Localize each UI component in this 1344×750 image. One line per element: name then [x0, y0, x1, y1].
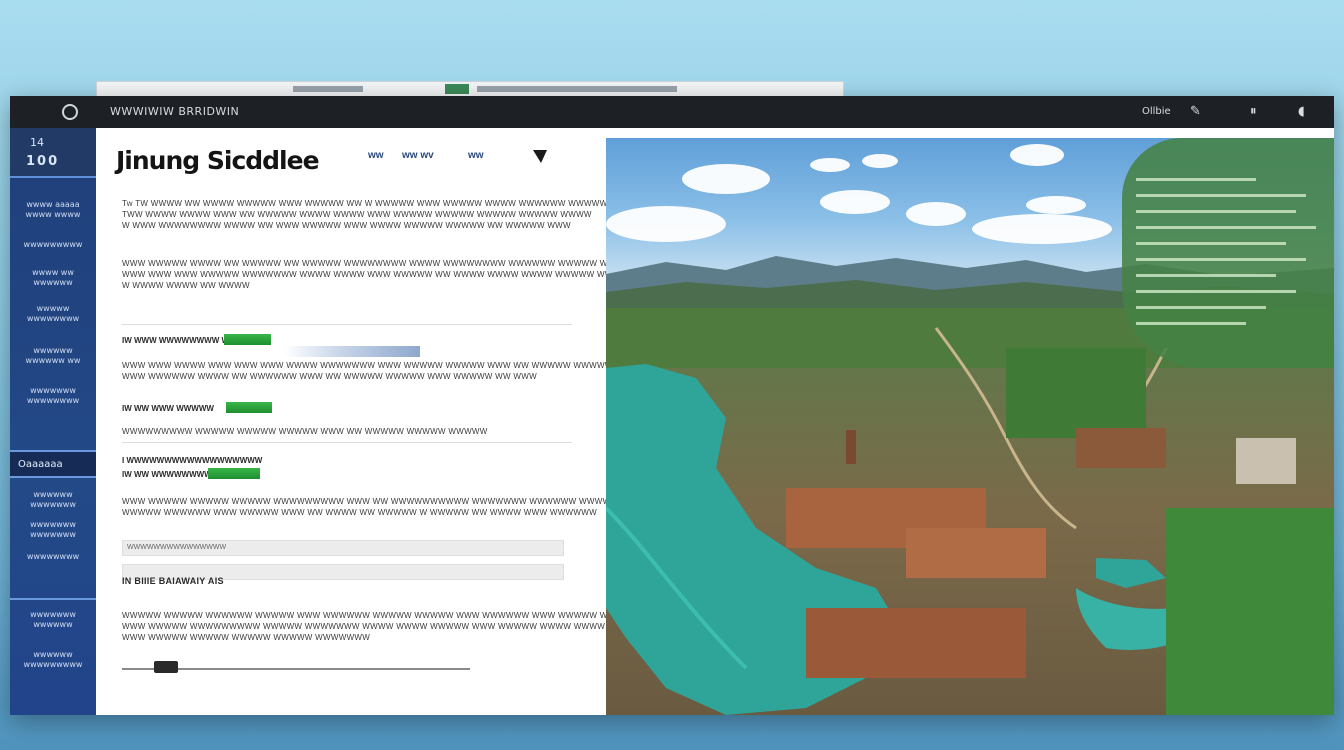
map-view[interactable]: [606, 138, 1334, 715]
sound-icon[interactable]: ◖: [1298, 104, 1305, 119]
sidebar-item[interactable]: wwwwww wwwwww ww: [10, 346, 96, 366]
metric-progress-fill: [224, 334, 272, 345]
document-panel: Jinung Sicddlee ww ww wv ww Tw TW WWWW W…: [96, 128, 647, 715]
metric-progress: [208, 468, 280, 479]
sidebar-item[interactable]: wwwwww wwwwwww: [10, 490, 96, 510]
app-logo-icon[interactable]: [62, 104, 78, 120]
sidebar-item[interactable]: wwww ww wwwwww: [10, 268, 96, 288]
sidebar-item[interactable]: wwww aaaaa wwww wwww: [10, 200, 96, 220]
cloud: [972, 214, 1112, 244]
title-bar: WWWIWIW BRRIDWIN Ollbie ✎ ⏸ ◖: [10, 96, 1334, 128]
cloud: [606, 206, 726, 242]
cloud: [820, 190, 890, 214]
window-title: WWWIWIW BRRIDWIN: [110, 105, 240, 118]
overlay-text-line: [1136, 210, 1296, 213]
overlay-text-line: [1136, 242, 1286, 245]
toolbar-item[interactable]: ww: [368, 150, 384, 161]
overlay-text-line: [1136, 258, 1306, 261]
cloud: [810, 158, 850, 172]
sidebar-item[interactable]: wwwwwwww: [10, 552, 96, 562]
toolbar-item[interactable]: ww: [468, 150, 484, 161]
divider: [122, 324, 572, 325]
overlay-text-line: [1136, 322, 1246, 325]
overlay-text-line: [1136, 178, 1256, 181]
overlay-text-line: [1136, 306, 1266, 309]
metric-text: WWW WWW WWWW WWW WWW WWW WWWW WWWWWWW WW…: [122, 361, 613, 381]
sidebar-divider: [10, 598, 96, 600]
background-window-tick: [477, 86, 677, 92]
description-paragraph: WWW WWWWW WWWW WW WWWWW WW WWWWW WWWWWWW…: [122, 259, 631, 290]
text-field-placeholder: WWWWWWWWWWWWWWW: [127, 544, 227, 551]
cloud: [682, 164, 770, 194]
metric-label: IW WW WWW WWWWW: [122, 404, 214, 413]
sidebar-mark: 14: [30, 136, 44, 149]
metric-progress: [226, 402, 310, 413]
sidebar-item[interactable]: wwwwwwwww: [10, 240, 96, 250]
overlay-text-line: [1136, 274, 1276, 277]
overlay-text-line: [1136, 194, 1306, 197]
text-field[interactable]: WWWWWWWWWWWWWWW: [122, 540, 564, 556]
cloud: [1026, 196, 1086, 214]
document-heading: Jinung Sicddlee: [116, 146, 320, 175]
pen-icon[interactable]: ✎: [1190, 104, 1201, 119]
metric-progress: [224, 334, 300, 345]
highlight-bar: [284, 346, 420, 357]
sidebar: 14 100 wwww aaaaa wwww wwww wwwwwwwww ww…: [10, 128, 96, 715]
overlay-text-line: [1136, 290, 1296, 293]
sidebar-item[interactable]: wwwwwww wwwwww: [10, 610, 96, 630]
sidebar-count: 100: [26, 154, 60, 169]
metric-text: WWWWWWWWW WWWWW WWWWW WWWWW WWW WW WWWWW…: [122, 427, 488, 436]
divider: [122, 442, 572, 443]
app-window: WWWIWIW BRRIDWIN Ollbie ✎ ⏸ ◖ 14 100 www…: [10, 96, 1334, 715]
metric-label: I WWWWWWWWWWWWWWWWWW: [122, 456, 263, 465]
sidebar-item-active[interactable]: Oaaaaaa: [10, 450, 96, 478]
pause-icon[interactable]: ⏸: [1250, 104, 1257, 119]
sidebar-header: 14 100: [10, 128, 96, 178]
toolbar-item[interactable]: ww wv: [402, 150, 434, 161]
sidebar-item[interactable]: wwwww wwwwwwww: [10, 304, 96, 324]
background-window-tick: [293, 86, 363, 92]
user-label[interactable]: Ollbie: [1142, 106, 1171, 117]
sidebar-item[interactable]: wwwwwww wwwwwwww: [10, 386, 96, 406]
cloud: [1010, 144, 1064, 166]
metric-progress-fill: [226, 402, 273, 413]
metric-text: WWW WWWWW WWWWW WWWWW WWWWWWWWW WWW WW W…: [122, 497, 619, 517]
overlay-text-line: [1136, 226, 1316, 229]
intro-paragraph: Tw TW WWWW WW WWWW WWWWW WWW WWWWW WW W …: [122, 199, 608, 230]
info-overlay-panel[interactable]: [1122, 138, 1334, 368]
cloud: [906, 202, 966, 226]
slider-thumb[interactable]: [154, 661, 179, 673]
sidebar-item[interactable]: wwwwww wwwwwwwww: [10, 650, 96, 670]
background-window-strip: [96, 81, 844, 97]
section-paragraph: WWWWW WWWWW WWWWWW WWWWW WWW WWWWWW WWWW…: [122, 611, 647, 642]
sidebar-item[interactable]: wwwwwww wwwwwww: [10, 520, 96, 540]
metric-progress-fill: [208, 468, 260, 479]
background-window-tab[interactable]: [445, 84, 469, 94]
section-title: IN BIIIE BAIAWAIY AIS: [122, 576, 224, 586]
map-terrain: [606, 308, 1334, 715]
cloud: [862, 154, 898, 168]
send-icon[interactable]: [532, 148, 548, 164]
